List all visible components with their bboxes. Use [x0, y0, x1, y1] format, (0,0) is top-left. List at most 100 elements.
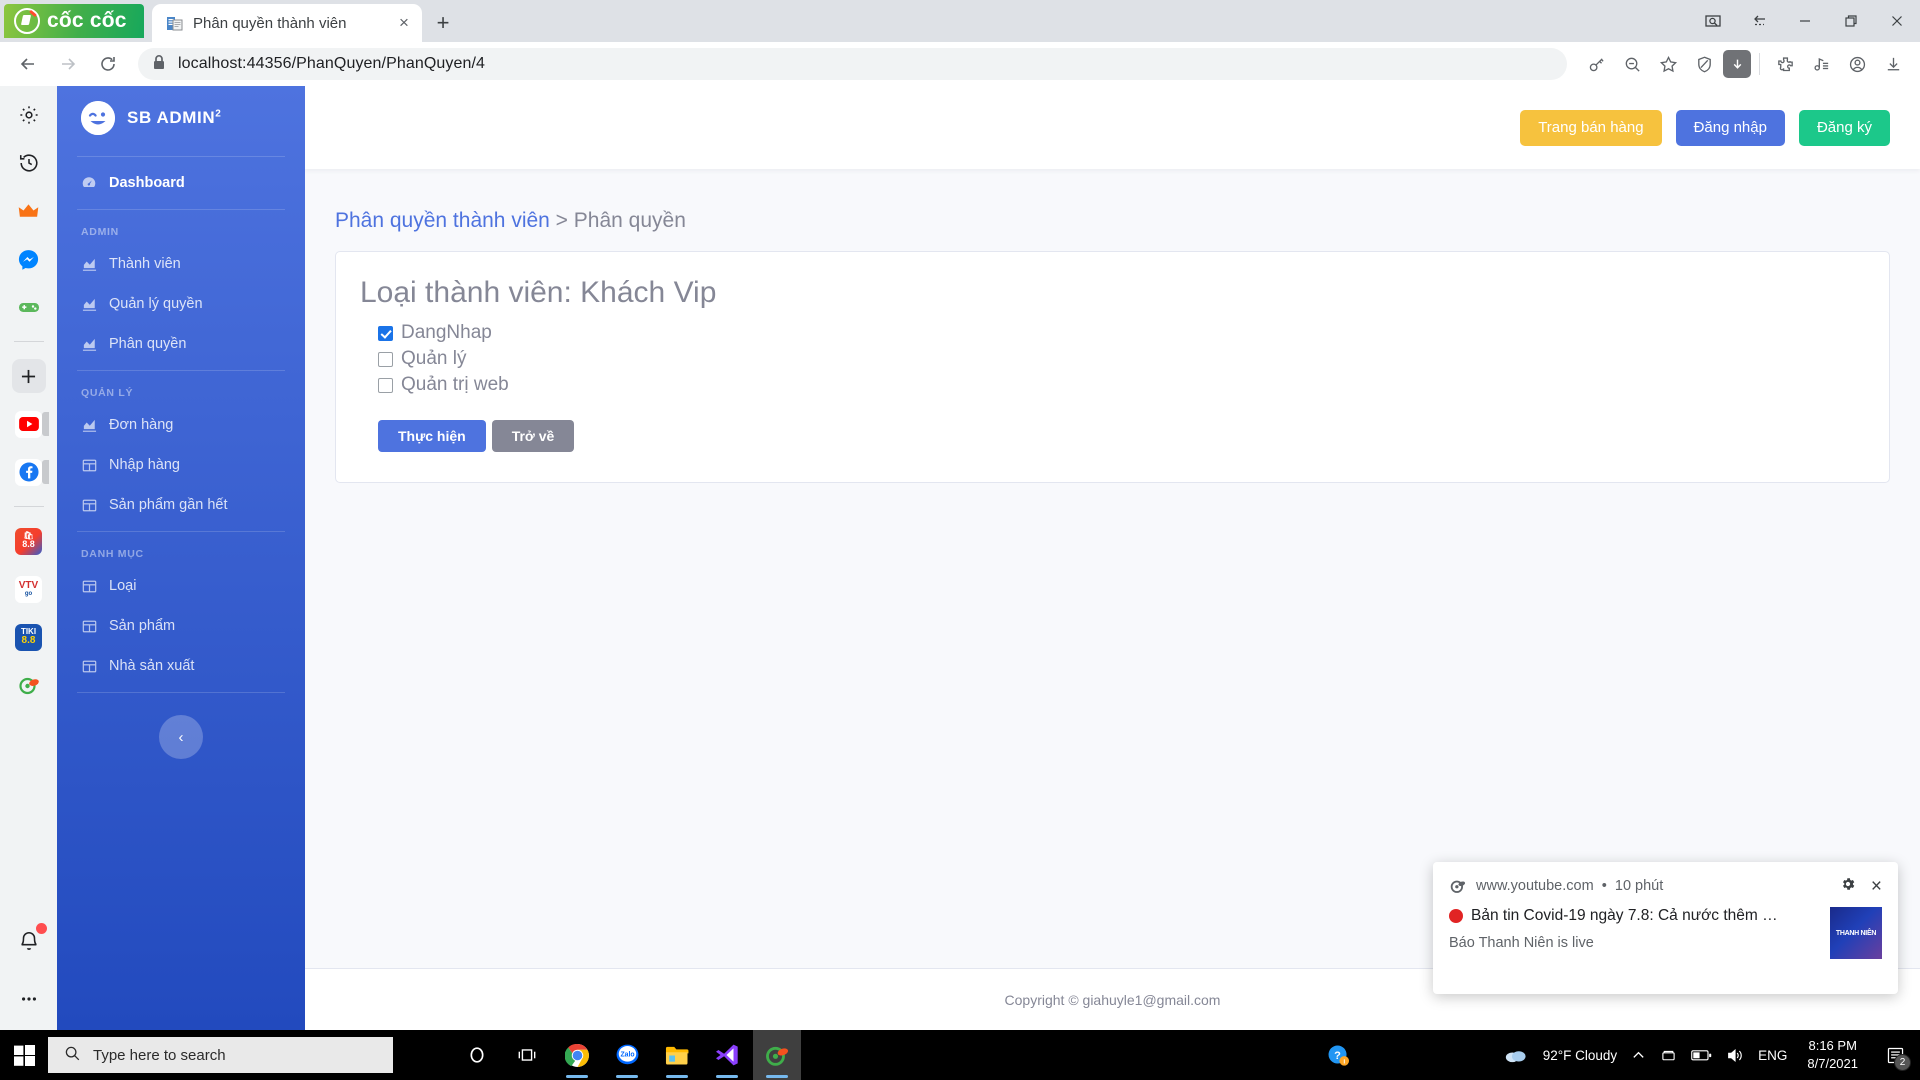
- screenshot-icon[interactable]: [1690, 0, 1736, 42]
- sidebar-item-label: Sản phẩm: [109, 618, 176, 634]
- address-bar[interactable]: localhost:44356/PhanQuyen/PhanQuyen/4: [138, 48, 1567, 80]
- forward-icon[interactable]: [50, 46, 86, 82]
- submit-button[interactable]: Thực hiện: [378, 420, 486, 452]
- sidebar-item-loai[interactable]: Loại: [57, 566, 305, 606]
- toast-title-row: Bản tin Covid-19 ngày 7.8: Cả nước thêm …: [1449, 907, 1818, 925]
- sidebar-heading-admin: ADMIN: [81, 226, 119, 238]
- sidebar-toggle-button[interactable]: ‹: [159, 715, 203, 759]
- page-content: Phân quyền thành viên > Phân quyền Loại …: [305, 169, 1920, 968]
- toast-body: Bản tin Covid-19 ngày 7.8: Cả nước thêm …: [1449, 907, 1882, 959]
- game-icon[interactable]: [12, 290, 46, 324]
- coccoc-icon: [1449, 877, 1467, 895]
- permission-row[interactable]: Quản trị web: [360, 372, 1865, 398]
- table-icon: [81, 497, 97, 513]
- sidebar-item-dashboard[interactable]: Dashboard: [57, 163, 305, 203]
- weather-widget[interactable]: 92°F Cloudy: [1504, 1045, 1617, 1065]
- sidebar-item-san-pham[interactable]: Sản phẩm: [57, 606, 305, 646]
- onedrive-icon[interactable]: [1660, 1047, 1677, 1064]
- music-icon[interactable]: [1804, 47, 1838, 81]
- account-icon[interactable]: [1840, 47, 1874, 81]
- coccoc-icon[interactable]: [753, 1030, 801, 1080]
- notification-toast[interactable]: www.youtube.com • 10 phút × Bản tin Covi…: [1433, 862, 1898, 994]
- sidebar-item-thanh-vien[interactable]: Thành viên: [57, 244, 305, 284]
- cortana-icon[interactable]: [453, 1030, 501, 1080]
- register-button[interactable]: Đăng ký: [1798, 109, 1890, 146]
- start-button[interactable]: [0, 1030, 48, 1080]
- clock[interactable]: 8:16 PM 8/7/2021: [1801, 1037, 1864, 1072]
- permission-row[interactable]: Quản lý: [360, 346, 1865, 372]
- show-hidden-icons[interactable]: [1631, 1048, 1646, 1063]
- document-icon: [166, 15, 183, 32]
- taskview-icon[interactable]: [503, 1030, 551, 1080]
- youtube-icon[interactable]: [12, 407, 49, 441]
- browser-navbar: localhost:44356/PhanQuyen/PhanQuyen/4: [0, 42, 1920, 86]
- vscode-icon[interactable]: [703, 1030, 751, 1080]
- sidebar-brand[interactable]: SB ADMIN2: [57, 86, 305, 150]
- history-icon[interactable]: [12, 146, 46, 180]
- language-indicator[interactable]: ENG: [1758, 1048, 1787, 1063]
- key-icon[interactable]: [1579, 47, 1613, 81]
- sidebar-item-nha-san-xuat[interactable]: Nhà sản xuất: [57, 646, 305, 686]
- downloads-icon[interactable]: [1876, 47, 1910, 81]
- reload-icon[interactable]: [90, 46, 126, 82]
- action-center-button[interactable]: 2: [1878, 1030, 1912, 1080]
- vtv-icon[interactable]: VTV go: [12, 572, 46, 606]
- sidebar-brand-label: SB ADMIN2: [127, 108, 222, 127]
- chrome-icon[interactable]: [553, 1030, 601, 1080]
- back-button[interactable]: Trở về: [491, 420, 575, 452]
- tiki-icon[interactable]: TIKI 8.8: [12, 620, 46, 654]
- plus-icon[interactable]: [11, 359, 46, 393]
- shopee-icon[interactable]: 🛍 8.8: [12, 524, 46, 558]
- puzzle-icon[interactable]: [1768, 47, 1802, 81]
- admin-topbar: Trang bán hàng Đăng nhập Đăng ký: [305, 86, 1920, 169]
- download-active-icon[interactable]: [1723, 50, 1751, 78]
- new-tab-button[interactable]: +: [428, 8, 458, 38]
- notification-dot: [35, 923, 47, 934]
- toast-title: Bản tin Covid-19 ngày 7.8: Cả nước thêm …: [1471, 907, 1778, 924]
- zalo-icon[interactable]: Zalo: [603, 1030, 651, 1080]
- back-icon[interactable]: [10, 46, 46, 82]
- checkbox-quan-ly[interactable]: [378, 351, 393, 367]
- sidebar-item-label: Thành viên: [109, 256, 181, 272]
- zoom-out-icon[interactable]: [1615, 47, 1649, 81]
- browser-viewport: 🛍 8.8 VTV go TIKI 8.8 SB ADMIN2 Dashboar…: [0, 86, 1920, 1030]
- messenger-icon[interactable]: [12, 242, 46, 276]
- star-icon[interactable]: [1651, 47, 1685, 81]
- sidebar-item-label: Nhà sản xuất: [109, 658, 195, 674]
- sidebar-item-don-hang[interactable]: Đơn hàng: [57, 405, 305, 445]
- help-icon[interactable]: ? i: [1327, 1044, 1350, 1067]
- sidebar-item-san-pham-gan-het[interactable]: Sản phẩm gần hết: [57, 485, 305, 525]
- minimize-button[interactable]: [1782, 0, 1828, 42]
- login-button[interactable]: Đăng nhập: [1675, 109, 1785, 146]
- sell-page-button[interactable]: Trang bán hàng: [1520, 109, 1662, 146]
- sidebar-item-phan-quyen[interactable]: Phân quyền: [57, 324, 305, 364]
- coccoc-icon[interactable]: [12, 668, 46, 702]
- crown-icon[interactable]: [12, 194, 46, 228]
- browser-tab[interactable]: Phân quyền thành viên ×: [152, 4, 422, 42]
- more-icon[interactable]: [12, 982, 46, 1016]
- checkbox-dangnhap[interactable]: [378, 325, 393, 341]
- search-input[interactable]: Type here to search: [48, 1037, 393, 1073]
- bell-icon[interactable]: [12, 923, 47, 958]
- sidebar-item-quan-ly-quyen[interactable]: Quản lý quyền: [57, 284, 305, 324]
- gear-icon[interactable]: [1840, 876, 1856, 896]
- sidebar-item-nhap-hang[interactable]: Nhập hàng: [57, 445, 305, 485]
- explorer-icon[interactable]: [653, 1030, 701, 1080]
- coccoc-brand-button[interactable]: cốc cốc: [4, 4, 144, 38]
- battery-icon[interactable]: [1691, 1049, 1712, 1062]
- tab-close-icon[interactable]: ×: [392, 11, 416, 35]
- close-icon[interactable]: ×: [1871, 877, 1882, 896]
- facebook-icon[interactable]: [12, 455, 49, 489]
- volume-icon[interactable]: [1726, 1047, 1744, 1064]
- breadcrumb-link[interactable]: Phân quyền thành viên: [335, 209, 550, 232]
- gear-icon[interactable]: [12, 98, 46, 132]
- checkbox-quan-tri-web[interactable]: [378, 377, 393, 393]
- toast-source: www.youtube.com • 10 phút: [1476, 878, 1664, 894]
- sidebar-item-label: Dashboard: [109, 175, 185, 191]
- back-dotted-icon[interactable]: [1736, 0, 1782, 42]
- clock-date: 8/7/2021: [1807, 1056, 1858, 1071]
- close-window-button[interactable]: [1874, 0, 1920, 42]
- permission-row[interactable]: DangNhap: [360, 320, 1865, 346]
- maximize-button[interactable]: [1828, 0, 1874, 42]
- shield-icon[interactable]: [1687, 47, 1721, 81]
